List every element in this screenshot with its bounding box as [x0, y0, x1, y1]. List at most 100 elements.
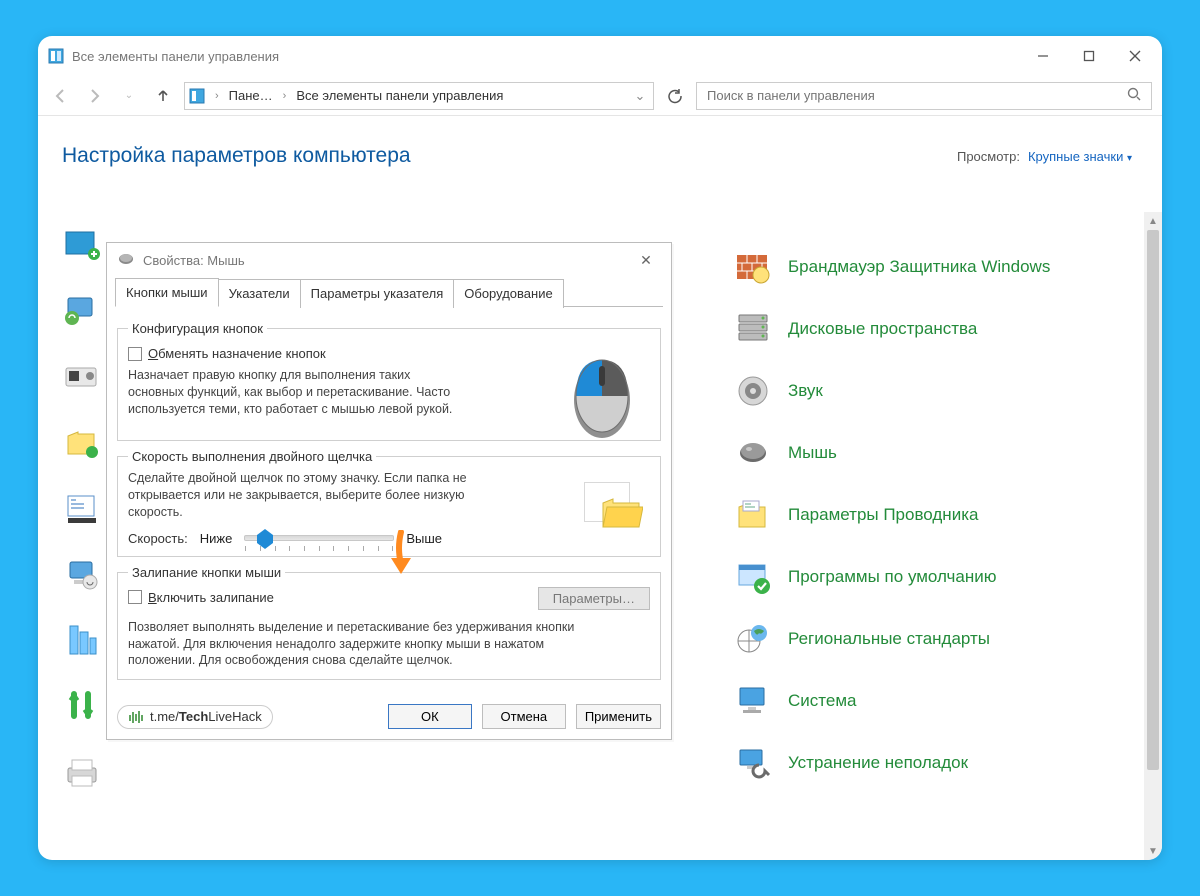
- clicklock-checkbox[interactable]: Включить залипание: [128, 590, 274, 605]
- content-body: Брандмауэр Защитника Windows Дисковые пр…: [38, 212, 1162, 860]
- cp-item-icon[interactable]: [62, 620, 102, 660]
- dialog-body: Конфигурация кнопок Обменять назначение …: [107, 307, 671, 696]
- content-header: Настройка параметров компьютера Просмотр…: [38, 116, 1162, 172]
- doubleclick-test-folder[interactable]: [584, 482, 630, 522]
- dialog-title: Свойства: Мышь: [143, 253, 245, 268]
- group-legend: Залипание кнопки мыши: [128, 565, 285, 580]
- forward-button[interactable]: [82, 83, 108, 109]
- window-title: Все элементы панели управления: [72, 49, 279, 64]
- mouse-properties-dialog: Свойства: Мышь ✕ Кнопки мыши Указатели П…: [106, 242, 672, 740]
- clicklock-params-button[interactable]: Параметры…: [538, 587, 650, 610]
- region-icon: [734, 620, 772, 658]
- slider-low-label: Ниже: [200, 531, 233, 546]
- folder-options-icon: [734, 496, 772, 534]
- apply-button[interactable]: Применить: [576, 704, 661, 729]
- cp-item-list: Брандмауэр Защитника Windows Дисковые пр…: [734, 248, 1134, 782]
- cp-item-label: Брандмауэр Защитника Windows: [788, 256, 1050, 277]
- cp-item-firewall[interactable]: Брандмауэр Защитника Windows: [734, 248, 1134, 286]
- cp-item-explorer[interactable]: Параметры Проводника: [734, 496, 1134, 534]
- cp-item-defaults[interactable]: Программы по умолчанию: [734, 558, 1134, 596]
- cp-item-troubleshoot[interactable]: Устранение неполадок: [734, 744, 1134, 782]
- view-mode-dropdown[interactable]: Крупные значки ▾: [1028, 149, 1132, 164]
- checkbox-label: Включить залипание: [148, 590, 274, 605]
- address-row: ⌄ › Пане… › Все элементы панели управлен…: [38, 76, 1162, 116]
- cp-item-icon[interactable]: [62, 752, 102, 792]
- breadcrumb-item[interactable]: Все элементы панели управления: [296, 88, 503, 103]
- cp-item-label: Программы по умолчанию: [788, 566, 997, 587]
- refresh-button[interactable]: [662, 82, 688, 110]
- titlebar: Все элементы панели управления: [38, 36, 1162, 76]
- group-description: Позволяет выполнять выделение и перетаск…: [128, 619, 608, 670]
- tab-pointers[interactable]: Указатели: [219, 279, 301, 308]
- cp-item-icon[interactable]: [62, 554, 102, 594]
- cp-item-region[interactable]: Региональные стандарты: [734, 620, 1134, 658]
- control-panel-window: Все элементы панели управления ⌄ › Пане: [38, 36, 1162, 860]
- cp-item-icon[interactable]: [62, 224, 102, 264]
- group-legend: Конфигурация кнопок: [128, 321, 267, 336]
- tab-buttons[interactable]: Кнопки мыши: [115, 278, 219, 307]
- search-input[interactable]: [705, 87, 1127, 104]
- cp-item-label: Мышь: [788, 442, 837, 463]
- breadcrumb-item[interactable]: Пане…: [229, 88, 273, 103]
- chevron-down-icon: ▾: [1127, 153, 1132, 164]
- breadcrumb-bar[interactable]: › Пане… › Все элементы панели управления…: [184, 82, 654, 110]
- tab-hardware[interactable]: Оборудование: [454, 279, 563, 308]
- wave-icon: [128, 709, 144, 725]
- cp-item-label: Звук: [788, 380, 823, 401]
- sound-icon: [734, 372, 772, 410]
- ok-button[interactable]: ОК: [388, 704, 472, 729]
- dialog-close-button[interactable]: ✕: [631, 252, 661, 269]
- checkbox-icon: [128, 590, 142, 604]
- cp-item-icon[interactable]: [62, 422, 102, 462]
- scrollbar[interactable]: ▲ ▼: [1144, 212, 1162, 860]
- dialog-titlebar: Свойства: Мышь ✕: [107, 243, 671, 277]
- history-dropdown[interactable]: ⌄: [116, 83, 142, 109]
- view-label: Просмотр:: [957, 149, 1020, 164]
- cancel-button[interactable]: Отмена: [482, 704, 566, 729]
- mouse-icon: [734, 434, 772, 472]
- scroll-up-button[interactable]: ▲: [1144, 212, 1162, 230]
- cp-item-icon[interactable]: [62, 488, 102, 528]
- chevron-right-icon: ›: [211, 90, 223, 102]
- up-button[interactable]: [150, 83, 176, 109]
- cp-item-system[interactable]: Система: [734, 682, 1134, 720]
- close-button[interactable]: [1112, 40, 1158, 72]
- firewall-icon: [734, 248, 772, 286]
- doubleclick-speed-slider[interactable]: [244, 535, 394, 541]
- cp-item-label: Система: [788, 690, 856, 711]
- cp-item-icon[interactable]: [62, 290, 102, 330]
- storage-icon: [734, 310, 772, 348]
- checkbox-icon: [128, 347, 142, 361]
- address-dropdown[interactable]: ⌄: [631, 88, 649, 104]
- cp-item-label: Региональные стандарты: [788, 628, 990, 649]
- defaults-icon: [734, 558, 772, 596]
- scrollbar-thumb[interactable]: [1147, 230, 1159, 770]
- maximize-button[interactable]: [1066, 40, 1112, 72]
- group-description: Сделайте двойной щелчок по этому значку.…: [128, 470, 488, 521]
- dialog-tabs: Кнопки мыши Указатели Параметры указател…: [107, 277, 671, 306]
- chevron-right-icon: ›: [279, 90, 291, 102]
- cp-item-label: Дисковые пространства: [788, 318, 977, 339]
- checkbox-label: Обменять назначение кнопок: [148, 346, 326, 361]
- cp-item-label: Устранение неполадок: [788, 752, 968, 773]
- back-button[interactable]: [48, 83, 74, 109]
- mouse-illustration: [566, 346, 638, 445]
- cp-item-sound[interactable]: Звук: [734, 372, 1134, 410]
- cp-item-icon[interactable]: [62, 356, 102, 396]
- search-box[interactable]: [696, 82, 1152, 110]
- speed-label: Скорость:: [128, 531, 188, 546]
- cp-item-storage[interactable]: Дисковые пространства: [734, 310, 1134, 348]
- minimize-button[interactable]: [1020, 40, 1066, 72]
- group-description: Назначает правую кнопку для выполнения т…: [128, 367, 468, 418]
- scroll-down-button[interactable]: ▼: [1144, 842, 1162, 860]
- group-button-config: Конфигурация кнопок Обменять назначение …: [117, 321, 661, 441]
- slider-high-label: Выше: [406, 531, 442, 546]
- mouse-icon: [117, 252, 135, 269]
- cp-item-mouse[interactable]: Мышь: [734, 434, 1134, 472]
- cp-item-label: Параметры Проводника: [788, 504, 978, 525]
- cp-item-icon[interactable]: [62, 686, 102, 726]
- search-icon: [1127, 87, 1143, 104]
- group-doubleclick: Скорость выполнения двойного щелчка Сдел…: [117, 449, 661, 557]
- tab-pointer-options[interactable]: Параметры указателя: [301, 279, 455, 308]
- dialog-footer: t.me/TechLiveHack ОК Отмена Применить: [107, 696, 671, 739]
